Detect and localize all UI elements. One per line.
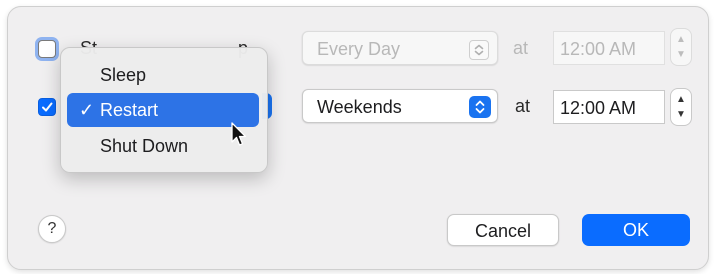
checkbox-start-or-wake[interactable] <box>38 40 56 58</box>
checkmark-icon: ✓ <box>79 100 95 120</box>
frequency-value-row2: Weekends <box>317 97 402 117</box>
cancel-button[interactable]: Cancel <box>447 214 559 246</box>
stepper-up-icon[interactable]: ▲ <box>671 35 691 45</box>
ok-button[interactable]: OK <box>582 214 690 246</box>
time-stepper-row2[interactable]: ▲ ▼ <box>670 88 692 126</box>
arrow-cursor-icon <box>231 122 247 146</box>
menu-item-label: Shut Down <box>100 136 189 156</box>
action-dropdown-menu: Sleep ✓ Restart Shut Down <box>60 47 268 173</box>
frequency-value-row1: Every Day <box>317 39 401 59</box>
time-value-row1: 12:00 AM <box>560 39 637 59</box>
checkbox-sleep-restart-shutdown[interactable] <box>38 98 56 116</box>
up-down-chevron-icon <box>469 40 489 60</box>
at-label-row1: at <box>513 38 529 58</box>
time-value-row2: 12:00 AM <box>560 98 637 118</box>
time-stepper-row1[interactable]: ▲ ▼ <box>670 28 692 66</box>
time-field-row1[interactable]: 12:00 AM <box>553 31 665 65</box>
checkmark-icon <box>42 102 53 112</box>
menu-item-label: Restart <box>100 100 159 120</box>
stepper-down-icon[interactable]: ▼ <box>671 110 691 120</box>
time-field-row2[interactable]: 12:00 AM <box>553 90 665 124</box>
at-label-row2: at <box>515 96 531 116</box>
help-button[interactable]: ? <box>38 215 66 243</box>
menu-item-label: Sleep <box>100 65 147 85</box>
stepper-up-icon[interactable]: ▲ <box>671 95 691 105</box>
frequency-popup-row1[interactable]: Every Day <box>302 31 498 65</box>
menu-item-sleep[interactable]: Sleep <box>67 58 259 92</box>
up-down-chevron-icon <box>469 96 491 118</box>
stepper-down-icon[interactable]: ▼ <box>671 50 691 60</box>
frequency-popup-row2[interactable]: Weekends <box>302 89 498 123</box>
